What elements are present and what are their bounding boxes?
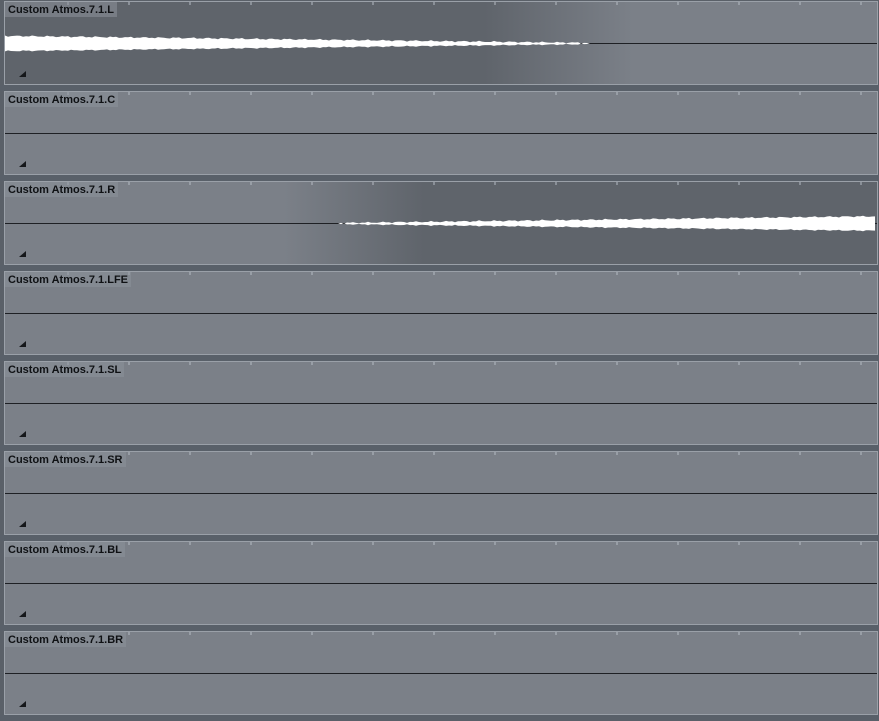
track-name: Custom Atmos.7.1.L [5,2,117,17]
waveform [5,215,875,232]
waveform-baseline [5,493,877,494]
waveform [5,35,875,52]
waveform-baseline [5,583,877,584]
track-name: Custom Atmos.7.1.BL [5,542,125,557]
triangle-corner-icon[interactable] [16,608,28,620]
grid-ticks [67,542,862,545]
triangle-corner-icon[interactable] [16,68,28,80]
triangle-corner-icon[interactable] [16,518,28,530]
grid-ticks [67,92,862,95]
triangle-corner-icon[interactable] [16,428,28,440]
track-lane[interactable]: Custom Atmos.7.1.R [4,181,878,265]
track-separator [0,715,879,721]
grid-ticks [67,272,862,275]
track-name: Custom Atmos.7.1.C [5,92,119,107]
track-name: Custom Atmos.7.1.SR [5,452,126,467]
waveform-baseline [5,133,877,134]
triangle-corner-icon[interactable] [16,248,28,260]
triangle-corner-icon[interactable] [16,158,28,170]
triangle-corner-icon[interactable] [16,338,28,350]
track-lane[interactable]: Custom Atmos.7.1.BL [4,541,878,625]
track-lane[interactable]: Custom Atmos.7.1.BR [4,631,878,715]
track-lane[interactable]: Custom Atmos.7.1.SR [4,451,878,535]
track-name: Custom Atmos.7.1.R [5,182,119,197]
grid-ticks [67,632,862,635]
track-name: Custom Atmos.7.1.LFE [5,272,131,287]
track-lane[interactable]: Custom Atmos.7.1.LFE [4,271,878,355]
track-name: Custom Atmos.7.1.BR [5,632,127,647]
track-lane[interactable]: Custom Atmos.7.1.C [4,91,878,175]
triangle-corner-icon[interactable] [16,698,28,710]
waveform-baseline [5,313,877,314]
track-lane[interactable]: Custom Atmos.7.1.SL [4,361,878,445]
audio-track-list: Custom Atmos.7.1.L Custom Atmos.7.1.C Cust… [0,0,879,721]
waveform-baseline [5,403,877,404]
track-lane[interactable]: Custom Atmos.7.1.L [4,1,878,85]
track-name: Custom Atmos.7.1.SL [5,362,125,377]
grid-ticks [67,362,862,365]
waveform-baseline [5,673,877,674]
grid-ticks [67,452,862,455]
